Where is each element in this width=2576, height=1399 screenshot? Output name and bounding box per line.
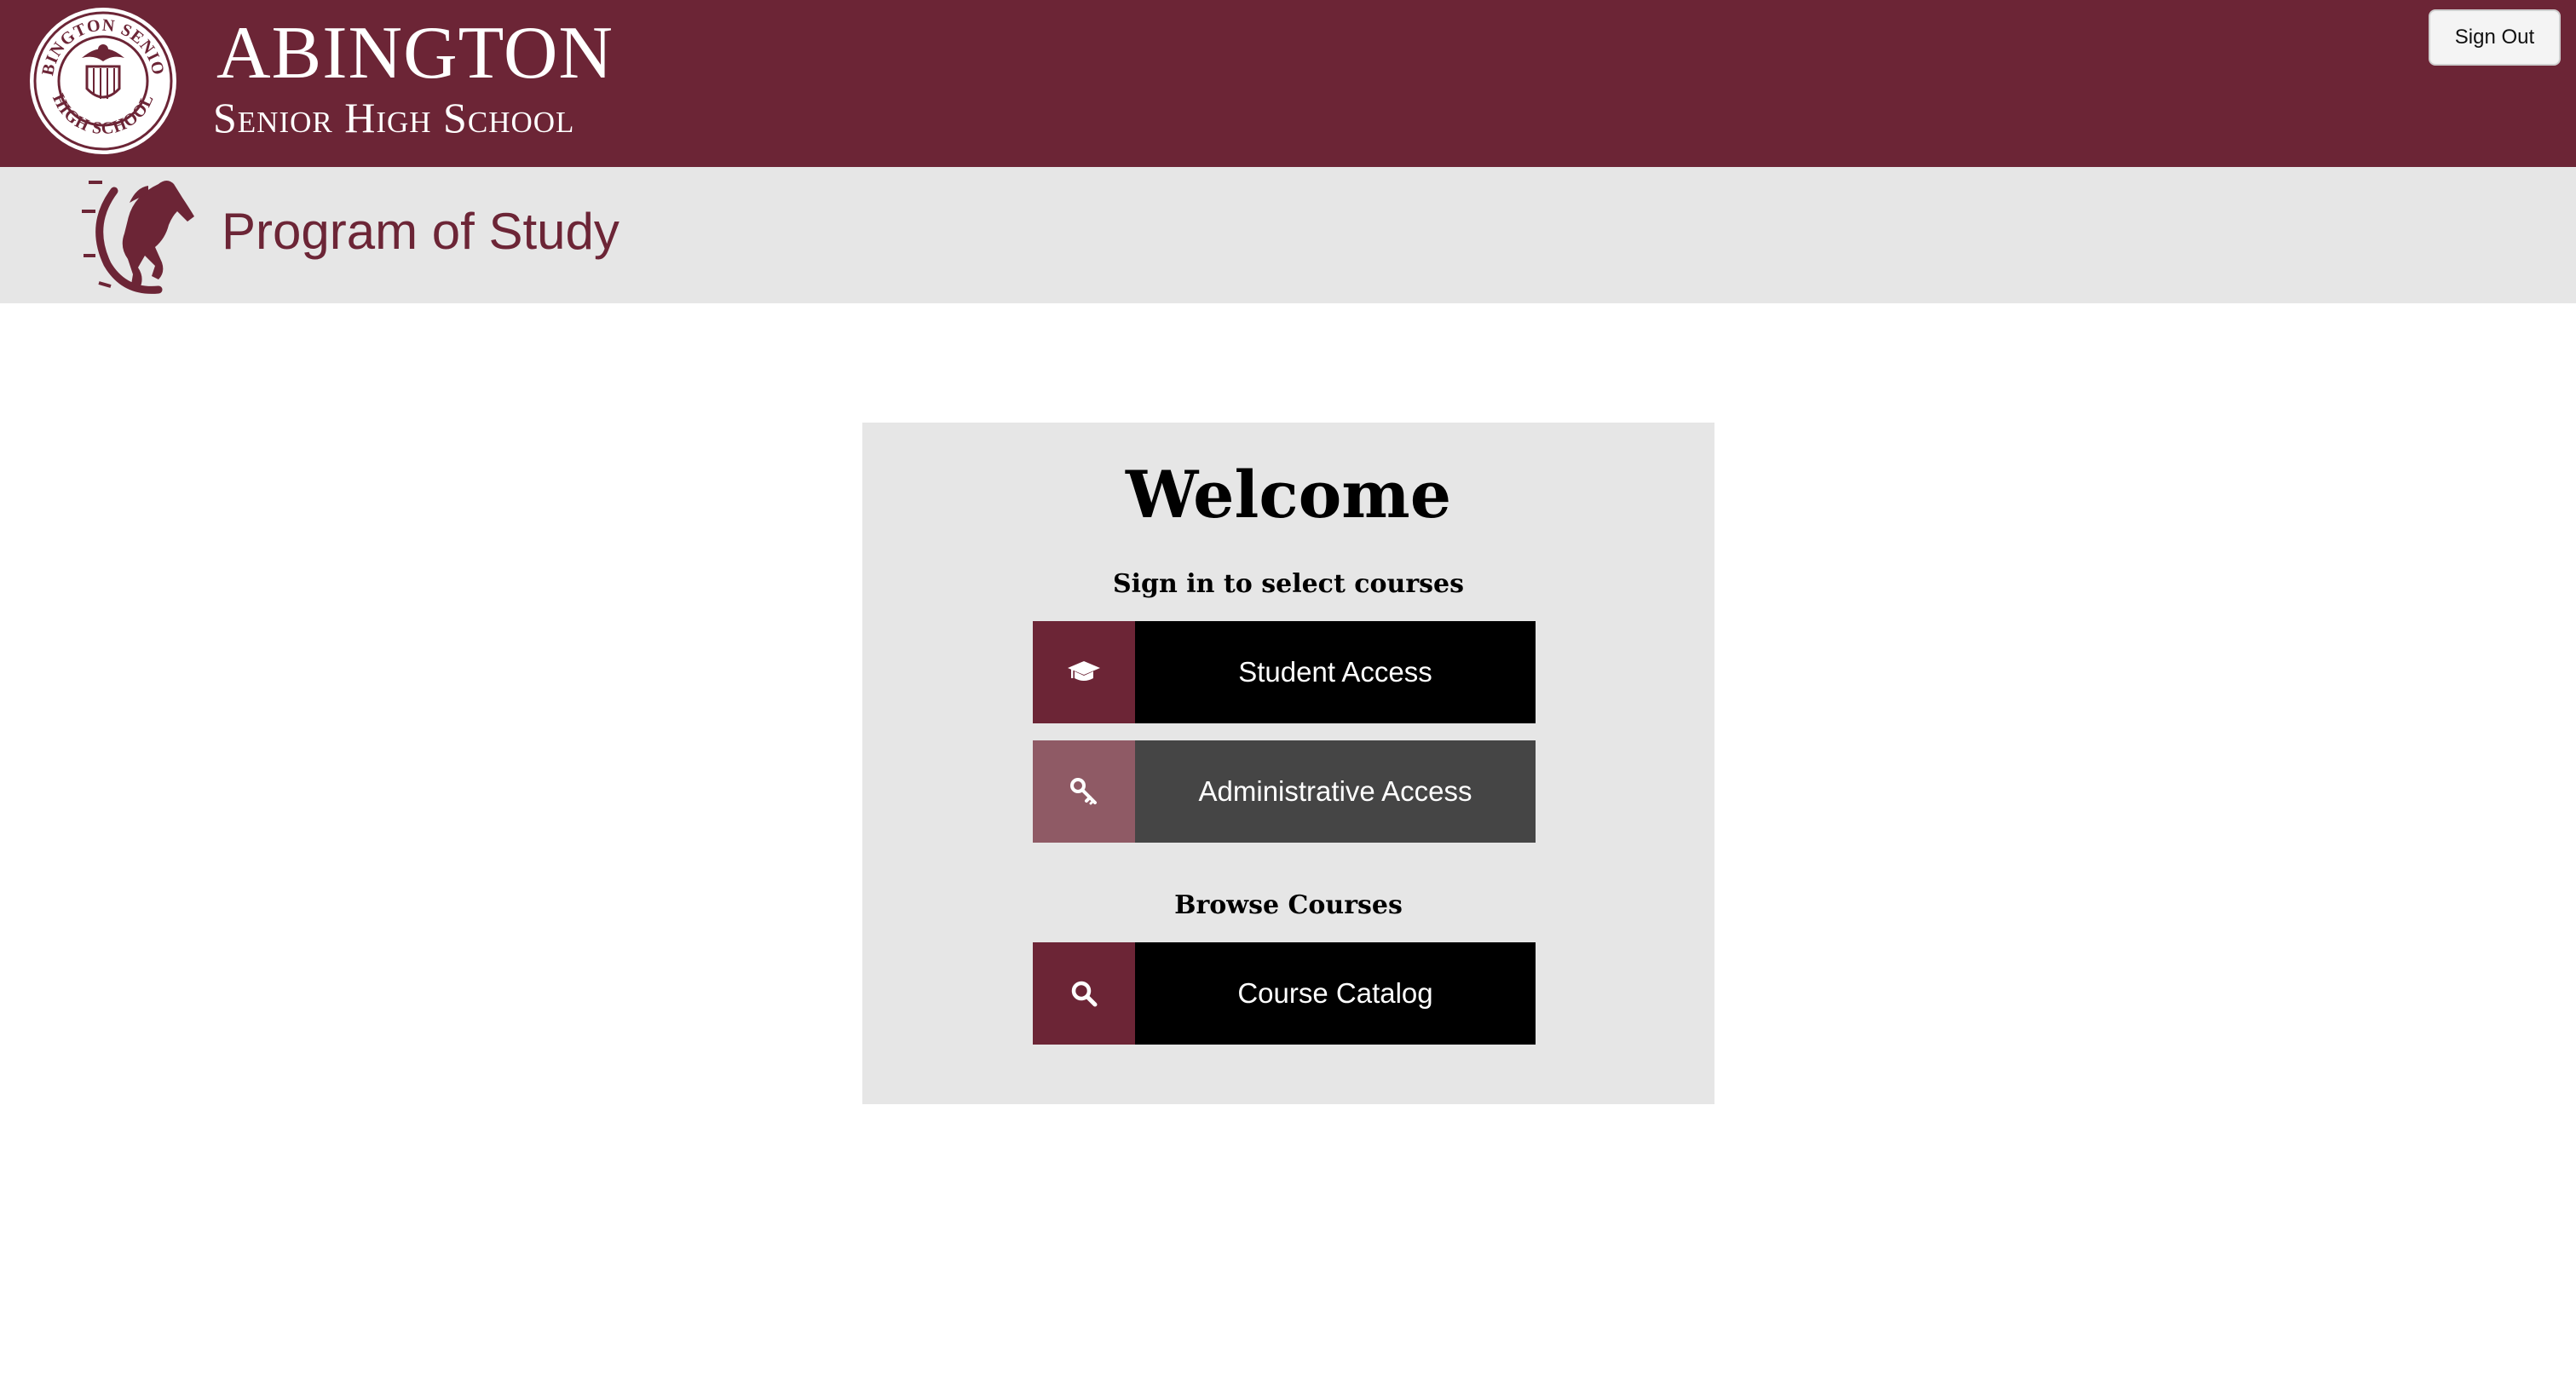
program-subheader: Program of Study [0, 167, 2576, 303]
search-icon [1071, 981, 1098, 1007]
welcome-heading: Welcome [1125, 457, 1452, 533]
school-seal-logo: ABINGTON SENIOR HIGH SCHOOL [27, 5, 176, 154]
key-icon [1070, 778, 1097, 805]
school-name-line2: Senior High School [213, 94, 575, 141]
sign-out-button[interactable]: Sign Out [2429, 9, 2561, 66]
browse-section-label: Browse Courses [1174, 890, 1403, 920]
student-access-label: Student Access [1135, 621, 1536, 723]
school-name-line1: ABINGTON [216, 12, 614, 95]
student-icon-box [1033, 621, 1135, 723]
administrative-access-button[interactable]: Administrative Access [1033, 740, 1536, 843]
welcome-card: Welcome Sign in to select courses Studen… [862, 423, 1714, 1104]
course-catalog-label: Course Catalog [1135, 942, 1536, 1045]
brand-header: ABINGTON SENIOR HIGH SCHOOL ABINGTON Sen… [0, 0, 2576, 167]
catalog-icon-box [1033, 942, 1135, 1045]
administrative-access-label: Administrative Access [1135, 740, 1536, 843]
galloping-horse-icon [82, 181, 194, 294]
graduation-cap-icon [1068, 661, 1100, 681]
student-access-button[interactable]: Student Access [1033, 621, 1536, 723]
signin-section-label: Sign in to select courses [1112, 569, 1465, 599]
admin-icon-box [1033, 740, 1135, 843]
page-title: Program of Study [222, 203, 620, 260]
course-catalog-button[interactable]: Course Catalog [1033, 942, 1536, 1045]
